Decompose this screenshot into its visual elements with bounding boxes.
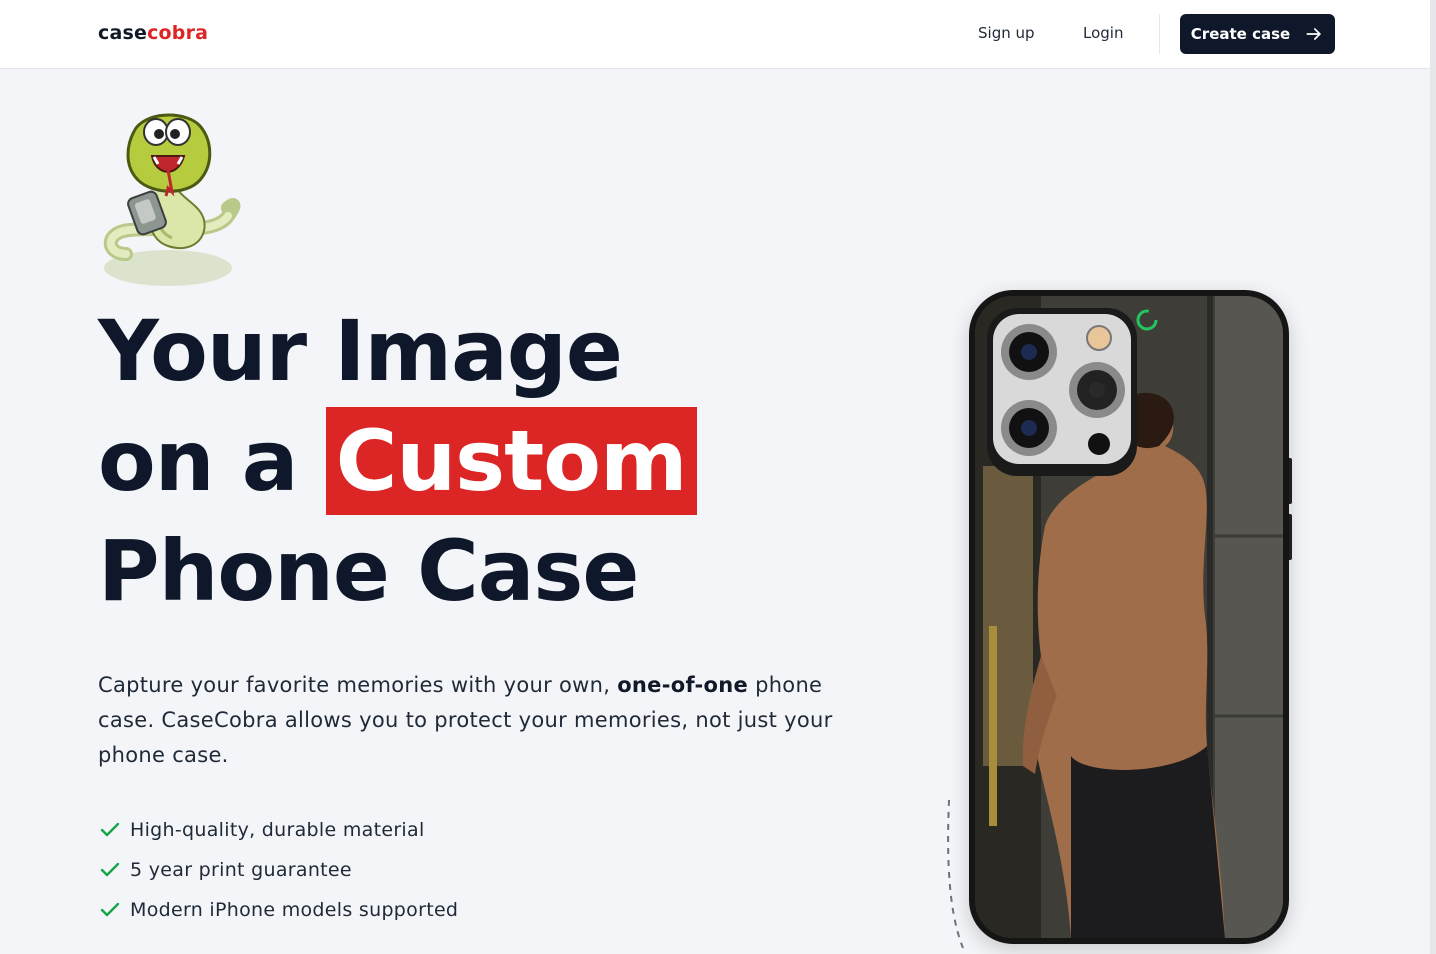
phone-preview (945, 288, 1292, 949)
feature-label: Modern iPhone models supported (130, 899, 459, 921)
phone-screen (975, 296, 1283, 938)
feature-list: High-quality, durable material 5 year pr… (98, 810, 458, 930)
feature-item: Modern iPhone models supported (98, 890, 458, 930)
hero-headline: Your Image on a Custom Phone Case (98, 296, 798, 626)
snake-mascot-image (103, 113, 241, 286)
feature-label: High-quality, durable material (130, 819, 425, 841)
green-indicator-icon (1136, 309, 1158, 331)
headline-line-2: on a Custom (98, 406, 798, 516)
headline-prefix: on a (98, 412, 298, 510)
scrollbar[interactable] (1430, 0, 1436, 954)
lead-text-1: Capture your favorite memories with your… (98, 673, 611, 697)
headline-line-1: Your Image (98, 302, 623, 400)
nav-divider (1159, 14, 1160, 54)
create-case-button[interactable]: Create case (1180, 14, 1335, 54)
phone-case (969, 290, 1289, 944)
headline-highlight: Custom (325, 407, 697, 515)
signup-link[interactable]: Sign up (978, 24, 1035, 42)
hero-description: Capture your favorite memories with your… (98, 668, 878, 773)
check-icon (100, 902, 120, 917)
camera-lenses-icon (993, 314, 1131, 464)
feature-item: 5 year print guarantee (98, 850, 458, 890)
logo-text-cobra: cobra (147, 22, 209, 44)
create-case-label: Create case (1190, 25, 1291, 43)
headline-line-3: Phone Case (98, 522, 639, 620)
navbar: casecobra Sign up Login Create case (0, 0, 1436, 69)
check-icon (100, 822, 120, 837)
camera-module (987, 308, 1137, 476)
feature-item: High-quality, durable material (98, 810, 458, 850)
feature-label: 5 year print guarantee (130, 859, 352, 881)
check-icon (100, 862, 120, 877)
logo-text-case: case (98, 22, 148, 44)
arrow-right-icon (1306, 28, 1321, 40)
logo-link[interactable]: casecobra (98, 22, 208, 44)
login-link[interactable]: Login (1083, 24, 1123, 42)
lead-bold: one-of-one (617, 673, 749, 697)
